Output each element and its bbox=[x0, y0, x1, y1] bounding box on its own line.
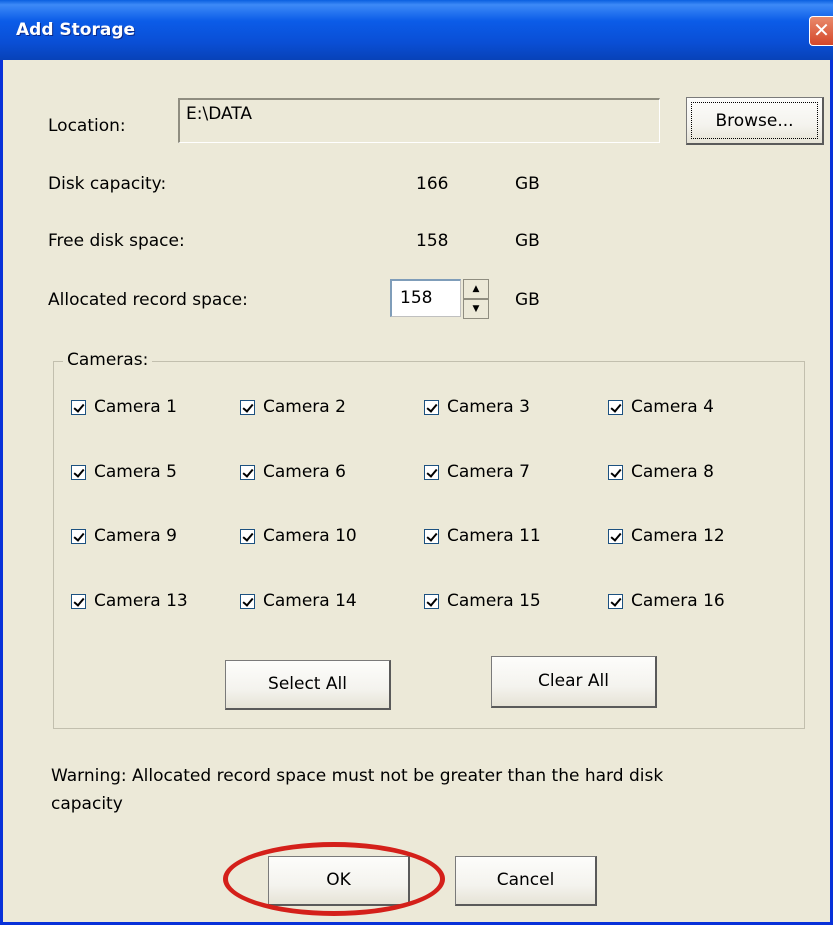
checkbox-checked-icon[interactable] bbox=[608, 593, 623, 609]
camera-12-checkbox[interactable]: Camera 12 bbox=[608, 526, 725, 546]
allocated-input[interactable]: 158 bbox=[390, 279, 461, 317]
checkbox-checked-icon[interactable] bbox=[424, 593, 439, 609]
warning-text-line1: Warning: Allocated record space must not… bbox=[51, 766, 664, 786]
select-all-label: Select All bbox=[268, 674, 347, 694]
spin-down-icon[interactable]: ▼ bbox=[463, 299, 489, 319]
camera-label: Camera 13 bbox=[94, 591, 188, 611]
camera-1-checkbox[interactable]: Camera 1 bbox=[71, 397, 177, 417]
camera-label: Camera 8 bbox=[631, 462, 714, 482]
allocated-unit: GB bbox=[515, 290, 540, 310]
camera-5-checkbox[interactable]: Camera 5 bbox=[71, 462, 177, 482]
camera-label: Camera 6 bbox=[263, 462, 346, 482]
checkbox-checked-icon[interactable] bbox=[424, 399, 439, 415]
clear-all-label: Clear All bbox=[538, 671, 609, 691]
camera-16-checkbox[interactable]: Camera 16 bbox=[608, 591, 725, 611]
browse-button[interactable]: Browse... bbox=[686, 97, 824, 145]
camera-label: Camera 9 bbox=[94, 526, 177, 546]
checkbox-checked-icon[interactable] bbox=[240, 464, 255, 480]
disk-capacity-value: 166 bbox=[416, 174, 449, 194]
warning-text-line2: capacity bbox=[51, 794, 123, 814]
location-value: E:\DATA bbox=[186, 104, 252, 124]
select-all-button[interactable]: Select All bbox=[225, 660, 391, 710]
camera-label: Camera 14 bbox=[263, 591, 357, 611]
ok-label: OK bbox=[326, 870, 351, 890]
free-space-value: 158 bbox=[416, 231, 449, 251]
free-space-unit: GB bbox=[515, 231, 540, 251]
camera-15-checkbox[interactable]: Camera 15 bbox=[424, 591, 541, 611]
camera-label: Camera 12 bbox=[631, 526, 725, 546]
browse-label: Browse... bbox=[715, 110, 794, 131]
title-bar[interactable]: Add Storage ✕ bbox=[0, 0, 833, 60]
location-label: Location: bbox=[48, 116, 126, 136]
clear-all-button[interactable]: Clear All bbox=[491, 656, 657, 708]
checkbox-checked-icon[interactable] bbox=[71, 399, 86, 415]
camera-3-checkbox[interactable]: Camera 3 bbox=[424, 397, 530, 417]
checkbox-checked-icon[interactable] bbox=[240, 399, 255, 415]
checkbox-checked-icon[interactable] bbox=[71, 464, 86, 480]
checkbox-checked-icon[interactable] bbox=[424, 464, 439, 480]
cancel-label: Cancel bbox=[496, 870, 555, 890]
allocated-stepper[interactable]: ▲ ▼ bbox=[463, 279, 489, 319]
window-title: Add Storage bbox=[16, 20, 136, 40]
checkbox-checked-icon[interactable] bbox=[608, 399, 623, 415]
camera-9-checkbox[interactable]: Camera 9 bbox=[71, 526, 177, 546]
allocated-value: 158 bbox=[400, 288, 433, 308]
camera-label: Camera 4 bbox=[631, 397, 714, 417]
camera-label: Camera 11 bbox=[447, 526, 541, 546]
camera-label: Camera 7 bbox=[447, 462, 530, 482]
disk-capacity-label: Disk capacity: bbox=[48, 174, 167, 194]
camera-6-checkbox[interactable]: Camera 6 bbox=[240, 462, 346, 482]
cameras-legend: Cameras: bbox=[63, 350, 153, 370]
checkbox-checked-icon[interactable] bbox=[424, 528, 439, 544]
camera-label: Camera 3 bbox=[447, 397, 530, 417]
checkbox-checked-icon[interactable] bbox=[240, 528, 255, 544]
camera-label: Camera 5 bbox=[94, 462, 177, 482]
camera-8-checkbox[interactable]: Camera 8 bbox=[608, 462, 714, 482]
camera-label: Camera 10 bbox=[263, 526, 357, 546]
free-space-label: Free disk space: bbox=[48, 231, 185, 251]
disk-capacity-unit: GB bbox=[515, 174, 540, 194]
camera-13-checkbox[interactable]: Camera 13 bbox=[71, 591, 188, 611]
allocated-label: Allocated record space: bbox=[48, 290, 248, 310]
checkbox-checked-icon[interactable] bbox=[71, 528, 86, 544]
camera-label: Camera 16 bbox=[631, 591, 725, 611]
checkbox-checked-icon[interactable] bbox=[240, 593, 255, 609]
camera-4-checkbox[interactable]: Camera 4 bbox=[608, 397, 714, 417]
close-icon[interactable]: ✕ bbox=[809, 16, 833, 46]
camera-2-checkbox[interactable]: Camera 2 bbox=[240, 397, 346, 417]
add-storage-dialog: Add Storage ✕ Location: E:\DATA Browse..… bbox=[0, 0, 833, 925]
camera-11-checkbox[interactable]: Camera 11 bbox=[424, 526, 541, 546]
camera-label: Camera 1 bbox=[94, 397, 177, 417]
camera-14-checkbox[interactable]: Camera 14 bbox=[240, 591, 357, 611]
camera-label: Camera 15 bbox=[447, 591, 541, 611]
checkbox-checked-icon[interactable] bbox=[71, 593, 86, 609]
checkbox-checked-icon[interactable] bbox=[608, 464, 623, 480]
camera-7-checkbox[interactable]: Camera 7 bbox=[424, 462, 530, 482]
ok-button[interactable]: OK bbox=[268, 856, 410, 906]
spin-up-icon[interactable]: ▲ bbox=[463, 279, 489, 299]
location-field: E:\DATA bbox=[178, 98, 660, 143]
camera-10-checkbox[interactable]: Camera 10 bbox=[240, 526, 357, 546]
cancel-button[interactable]: Cancel bbox=[455, 856, 597, 906]
checkbox-checked-icon[interactable] bbox=[608, 528, 623, 544]
camera-label: Camera 2 bbox=[263, 397, 346, 417]
